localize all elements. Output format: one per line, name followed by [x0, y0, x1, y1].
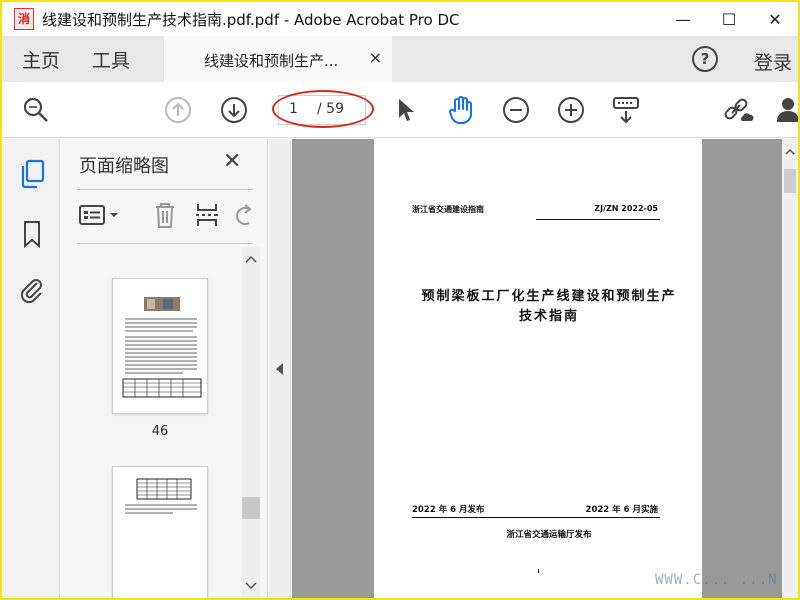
publisher: 浙江省交通运输厅发布	[506, 530, 592, 540]
zoom-out-icon[interactable]	[500, 94, 532, 126]
delete-page-icon[interactable]	[153, 201, 177, 229]
thumbnail-options-icon[interactable]	[79, 201, 121, 229]
doc-scroll-up-icon[interactable]	[782, 145, 798, 159]
page-thumbnails-panel: 页面缩略图 ✕ 46	[61, 139, 268, 598]
document-scrollbar[interactable]	[782, 139, 798, 598]
document-tab[interactable]: 线建设和预制生产... ×	[164, 36, 392, 82]
maximize-button[interactable]: ☐	[706, 2, 752, 36]
close-panel-icon[interactable]: ✕	[223, 149, 241, 174]
thumbnail-page-label: 46	[151, 424, 169, 439]
hand-tool-icon[interactable]	[445, 94, 477, 126]
site-watermark: WWW.C... ...N	[655, 572, 778, 588]
page-tick-mark	[538, 569, 539, 573]
thumbnail-scroll-thumb[interactable]	[242, 497, 260, 519]
page-thumbnails-icon[interactable]	[18, 159, 46, 189]
scroll-down-icon[interactable]	[242, 578, 260, 594]
title-bar: 消 线建设和预制生产技术指南.pdf.pdf - Adobe Acrobat P…	[2, 2, 798, 36]
login-link[interactable]: 登录	[754, 48, 792, 75]
page-header-left: 浙江省交通建设指南	[412, 205, 484, 214]
window-title: 线建设和预制生产技术指南.pdf.pdf - Adobe Acrobat Pro…	[42, 10, 460, 29]
scroll-up-icon[interactable]	[242, 251, 260, 267]
thumbnail-list: 46	[61, 247, 241, 598]
search-zoom-icon[interactable]	[20, 94, 52, 126]
keyboard-scroll-icon[interactable]	[610, 94, 642, 126]
close-window-button[interactable]: ✕	[752, 2, 798, 36]
document-scroll-thumb[interactable]	[784, 169, 796, 193]
header-rule	[536, 219, 660, 220]
document-view: 浙江省交通建设指南 ZJ/ZN 2022-05 预制梁板工厂化生产线建设和预制生…	[292, 139, 782, 598]
panel-title: 页面缩略图	[79, 156, 169, 177]
menu-tab-row: 主页 工具 线建设和预制生产... × ? 登录	[2, 36, 798, 82]
insert-page-icon[interactable]	[194, 201, 220, 229]
attachment-icon[interactable]	[18, 275, 46, 305]
rotate-page-icon[interactable]	[233, 201, 253, 229]
select-cursor-icon[interactable]	[390, 94, 422, 126]
left-navigation-rail	[2, 139, 60, 598]
pdf-page: 浙江省交通建设指南 ZJ/ZN 2022-05 预制梁板工厂化生产线建设和预制生…	[374, 139, 702, 598]
help-icon[interactable]: ?	[692, 46, 718, 72]
toolbar: 1 / 59	[2, 82, 800, 138]
share-link-icon[interactable]	[722, 94, 754, 126]
collapse-left-icon[interactable]	[276, 363, 283, 375]
document-title-line-2: 技术指南	[518, 309, 579, 324]
page-header-right: ZJ/ZN 2022-05	[594, 204, 658, 213]
user-icon[interactable]	[774, 94, 800, 126]
footer-rule	[412, 517, 660, 518]
page-up-icon[interactable]	[162, 94, 194, 126]
implement-date: 2022 年 6 月实施	[585, 505, 658, 515]
page-thumbnail-46[interactable]	[112, 278, 208, 414]
document-title-line-1: 预制梁板工厂化生产线建设和预制生产	[421, 289, 677, 304]
page-down-icon[interactable]	[218, 94, 250, 126]
acrobat-app-icon: 消	[14, 8, 34, 30]
document-title: 预制梁板工厂化生产线建设和预制生产 技术指南	[404, 287, 694, 327]
page-thumbnail-47[interactable]	[112, 466, 208, 598]
publish-date: 2022 年 6 月发布	[412, 505, 485, 515]
home-tab[interactable]: 主页	[22, 46, 60, 73]
thumbnail-scrollbar[interactable]	[242, 247, 260, 598]
red-annotation-ellipse	[272, 90, 374, 128]
bookmark-icon[interactable]	[18, 219, 46, 249]
panel-divider	[77, 189, 253, 190]
tools-tab[interactable]: 工具	[92, 46, 130, 73]
panel-divider	[77, 243, 253, 244]
zoom-in-icon[interactable]	[555, 94, 587, 126]
minimize-button[interactable]: —	[660, 2, 706, 36]
collapse-panel-strip[interactable]	[269, 139, 291, 598]
document-tab-label: 线建设和预制生产...	[204, 52, 339, 70]
close-tab-icon[interactable]: ×	[369, 48, 382, 67]
